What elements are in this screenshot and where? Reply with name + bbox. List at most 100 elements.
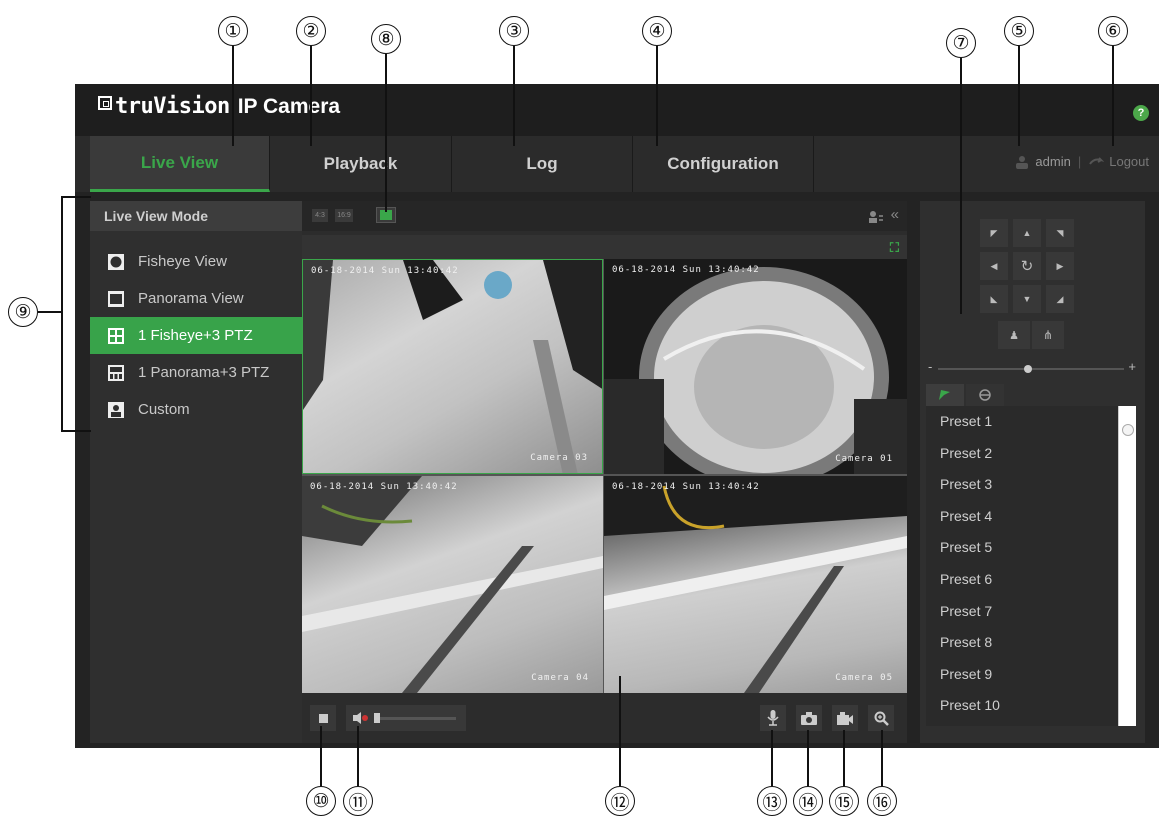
callout-4: ④ — [642, 16, 672, 46]
arrow-right-icon: ▶ — [1056, 260, 1064, 271]
tab-configuration[interactable]: Configuration — [633, 136, 814, 192]
preset-item[interactable]: Preset 5 — [926, 532, 1136, 564]
microphone-icon — [767, 710, 779, 726]
ptz-up-button[interactable]: ▲ — [1013, 219, 1041, 247]
fullscreen-icon[interactable]: ⛶ — [890, 240, 899, 256]
callout-7: ⑦ — [946, 28, 976, 58]
slider-knob[interactable] — [1024, 365, 1032, 373]
user-icon — [108, 401, 124, 418]
video-tile-4[interactable]: 06-18-2014 Sun 13:40:42 Camera 05 — [604, 476, 907, 693]
ptz-right-button[interactable]: ▶ — [1046, 252, 1074, 280]
camera-image — [302, 476, 603, 693]
tab-patrol[interactable] — [966, 384, 1004, 406]
logout-link[interactable]: Logout — [1109, 154, 1149, 169]
mode-label: Fisheye View — [138, 253, 227, 270]
ratio-4-3-button[interactable]: 4:3 — [312, 209, 328, 222]
volume-slider[interactable] — [374, 713, 456, 723]
username[interactable]: admin — [1035, 154, 1070, 169]
help-button[interactable]: ? — [1133, 105, 1149, 121]
wiper-button[interactable]: ⋔ — [1032, 321, 1064, 349]
speaker-icon[interactable] — [352, 711, 370, 725]
arrow-up-right-icon: ◥ — [1056, 227, 1064, 238]
panorama-icon — [108, 290, 124, 307]
tab-preset[interactable] — [926, 384, 964, 406]
preset-list: Preset 1 Preset 2 Preset 3 Preset 4 Preset 5… — [926, 406, 1136, 726]
ptz-auto-button[interactable]: ↻ — [1013, 252, 1041, 280]
ptz-speed-slider[interactable]: - + — [926, 359, 1136, 376]
rotate-icon: ↻ — [1020, 258, 1034, 275]
ptz-left-button[interactable]: ◀ — [980, 252, 1008, 280]
separator: | — [1077, 154, 1082, 169]
audio-control — [346, 705, 466, 731]
preset-item[interactable]: Preset 7 — [926, 596, 1136, 628]
user-area: admin | Logout — [1015, 154, 1149, 169]
record-button[interactable] — [832, 705, 858, 731]
brand-name: truVision — [115, 94, 230, 119]
plus-label: + — [1128, 359, 1136, 374]
callout-line — [1112, 46, 1114, 146]
mode-label: Panorama View — [138, 290, 244, 307]
mode-1-fisheye-3-ptz[interactable]: 1 Fisheye+3 PTZ — [90, 317, 302, 354]
mode-custom[interactable]: Custom — [90, 391, 302, 428]
ptz-up-right-button[interactable]: ◥ — [1046, 219, 1074, 247]
callout-line — [881, 730, 883, 786]
audio-talk-button[interactable] — [760, 705, 786, 731]
ptz-down-right-button[interactable]: ◢ — [1046, 285, 1074, 313]
callout-6: ⑥ — [1098, 16, 1128, 46]
callout-bracket — [61, 196, 63, 432]
ptz-direction-pad: ◤ ▲ ◥ ◀ ↻ ▶ ◣ ▼ ◢ — [980, 219, 1080, 315]
scroll-thumb[interactable] — [1122, 424, 1134, 436]
callout-15: ⑮ — [829, 786, 859, 816]
fisheye-icon — [108, 253, 124, 270]
preset-item[interactable]: Preset 3 — [926, 469, 1136, 501]
logout-icon — [1089, 156, 1105, 165]
mode-label: Custom — [138, 401, 190, 418]
callout-12: ⑫ — [605, 786, 635, 816]
tab-playback[interactable]: Playback — [270, 136, 452, 192]
ptz-down-left-button[interactable]: ◣ — [980, 285, 1008, 313]
mode-fisheye-view[interactable]: Fisheye View — [90, 243, 302, 280]
volume-knob[interactable] — [374, 713, 380, 723]
video-tile-1[interactable]: 06-18-2014 Sun 13:40:42 Camera 03 — [302, 259, 603, 474]
mode-panorama-view[interactable]: Panorama View — [90, 280, 302, 317]
ptz-up-left-button[interactable]: ◤ — [980, 219, 1008, 247]
osd-date: 06-18-2014 Sun 13:40:42 — [310, 482, 458, 492]
video-tile-2[interactable]: 06-18-2014 Sun 13:40:42 Camera 01 — [604, 259, 907, 474]
preset-item[interactable]: Preset 10 — [926, 690, 1136, 722]
preset-item[interactable]: Preset 4 — [926, 501, 1136, 533]
tab-live-view[interactable]: Live View — [90, 136, 270, 192]
callout-16: ⑯ — [867, 786, 897, 816]
mode-label: 1 Fisheye+3 PTZ — [138, 327, 253, 344]
callout-line — [232, 46, 234, 146]
light-button[interactable]: ♟ — [998, 321, 1030, 349]
user-icon — [1016, 155, 1029, 169]
main-nav: Live View Playback Log Configuration adm… — [75, 136, 1159, 192]
ratio-16-9-button[interactable]: 16:9 — [335, 209, 353, 222]
callout-3: ③ — [499, 16, 529, 46]
preset-item[interactable]: Preset 1 — [926, 406, 1136, 438]
ptz-lock-icon[interactable] — [868, 210, 884, 224]
ptz-down-button[interactable]: ▼ — [1013, 285, 1041, 313]
snapshot-button[interactable] — [796, 705, 822, 731]
callout-line — [960, 58, 962, 314]
arrow-down-icon: ▼ — [1022, 294, 1032, 304]
preset-item[interactable]: Preset 6 — [926, 564, 1136, 596]
tab-log[interactable]: Log — [452, 136, 633, 192]
preset-item[interactable]: Preset 2 — [926, 438, 1136, 470]
callout-8: ⑧ — [371, 24, 401, 54]
collapse-icon[interactable]: « — [891, 206, 899, 223]
preset-item[interactable]: Preset 9 — [926, 659, 1136, 691]
preset-item[interactable]: Preset 8 — [926, 627, 1136, 659]
digital-zoom-button[interactable] — [868, 705, 894, 731]
mode-1-panorama-3-ptz[interactable]: 1 Panorama+3 PTZ — [90, 354, 302, 391]
panorama-grid-icon — [108, 364, 124, 381]
stop-live-button[interactable] — [310, 705, 336, 731]
preset-tabs — [926, 384, 1141, 406]
camera-image — [303, 260, 602, 473]
live-view-mode-header: Live View Mode — [90, 201, 302, 231]
title-bar: truVision IP Camera ? — [75, 84, 1159, 136]
video-tile-3[interactable]: 06-18-2014 Sun 13:40:42 Camera 04 — [302, 476, 603, 693]
osd-camera-name: Camera 05 — [835, 673, 893, 683]
callout-line — [807, 730, 809, 786]
preset-scrollbar[interactable] — [1118, 406, 1136, 726]
